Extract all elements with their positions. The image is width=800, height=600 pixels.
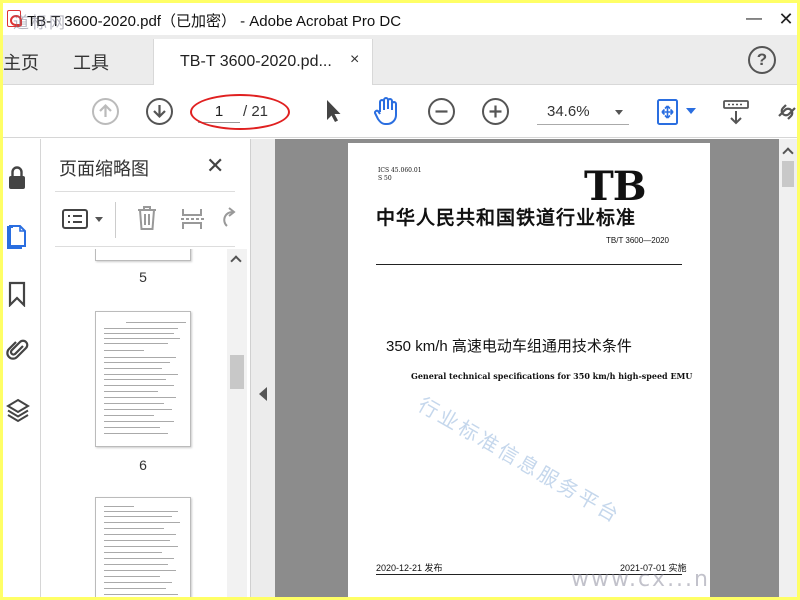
thumbnail-page-5[interactable] <box>95 249 191 261</box>
arrow-down-icon <box>153 105 166 119</box>
window-title: TB-T 3600-2020.pdf（已加密） - Adobe Acrobat … <box>27 13 402 30</box>
page-thumbnails-icon[interactable] <box>5 223 31 249</box>
panel-title: 页面缩略图 <box>59 159 149 179</box>
header-rule <box>376 264 682 265</box>
scroll-up-icon[interactable] <box>230 255 242 267</box>
scrollbar-thumb[interactable] <box>230 355 244 389</box>
panel-splitter[interactable] <box>251 139 275 597</box>
page-count: / 21 <box>243 103 269 120</box>
thumbnail-label: 5 <box>139 269 147 285</box>
pdf-page: ICS 45.060.01 S 50 TB 中华人民共和国铁道行业标准 TB/T… <box>348 143 710 597</box>
help-icon[interactable]: ? <box>748 46 776 74</box>
page-number-input[interactable] <box>198 101 240 123</box>
chevron-down-icon <box>615 110 623 115</box>
tab-document[interactable]: TB-T 3600-2020.pd... × <box>153 39 373 85</box>
bookmark-icon[interactable] <box>5 281 31 307</box>
ics-code: ICS 45.060.01 <box>378 167 422 174</box>
acrobat-window: TB-T 3600-2020.pdf（已加密） - Adobe Acrobat … <box>3 3 797 597</box>
thumbnail-page-7[interactable] <box>95 497 191 597</box>
document-tab-label: TB-T 3600-2020.pd... <box>180 53 332 70</box>
attachment-icon[interactable] <box>5 337 31 363</box>
document-title-en: General technical specifications for 350… <box>411 371 693 381</box>
fit-page-button[interactable] <box>653 97 683 127</box>
options-menu-icon[interactable] <box>61 208 91 230</box>
lock-icon[interactable] <box>5 165 31 191</box>
trash-icon[interactable] <box>135 204 159 232</box>
thumbnail-toolbar <box>55 191 237 247</box>
layers-icon[interactable] <box>5 397 31 423</box>
close-panel-button[interactable]: ✕ <box>206 153 224 179</box>
diagonal-watermark: 行业标准信息服务平台 <box>414 392 626 529</box>
issue-date: 2020-12-21 发布 <box>376 563 443 573</box>
thumbnail-scrollbar[interactable] <box>227 249 247 597</box>
tab-bar: 主页 工具 TB-T 3600-2020.pd... × ? <box>3 35 797 85</box>
previous-page-button[interactable] <box>92 98 119 125</box>
navigation-rail <box>3 139 41 597</box>
ccs-code: S 50 <box>378 175 392 182</box>
document-viewport[interactable]: ICS 45.060.01 S 50 TB 中华人民共和国铁道行业标准 TB/T… <box>251 139 797 597</box>
close-tab-icon[interactable]: × <box>350 51 359 69</box>
thumbnail-list: 5 6 <box>41 249 227 597</box>
zoom-level-value: 34.6% <box>547 103 590 120</box>
zoom-level-dropdown[interactable]: 34.6% <box>537 99 629 125</box>
close-window-button[interactable]: ✕ <box>771 7 797 31</box>
collapse-panel-icon[interactable] <box>259 387 267 401</box>
toolbar-divider <box>115 202 116 238</box>
cursor-arrow-icon <box>327 100 341 122</box>
link-button[interactable] <box>775 98 797 126</box>
tab-home[interactable]: 主页 <box>3 49 39 75</box>
standard-number: TB/T 3600—2020 <box>606 236 670 245</box>
rotate-icon[interactable] <box>219 206 237 232</box>
main-toolbar: / 21 34.6% <box>3 86 797 138</box>
chevron-down-icon[interactable] <box>95 217 103 222</box>
title-bar: TB-T 3600-2020.pdf（已加密） - Adobe Acrobat … <box>3 3 797 35</box>
extract-pages-icon[interactable] <box>179 206 205 232</box>
page-thumbnails-panel: 页面缩略图 ✕ 5 6 <box>41 139 251 597</box>
arrow-up-icon <box>99 103 112 117</box>
fit-options-chevron-icon[interactable] <box>686 108 696 114</box>
scroll-mode-icon <box>723 100 749 125</box>
thumbnail-page-6[interactable] <box>95 311 191 447</box>
minimize-button[interactable]: — <box>739 7 769 31</box>
scrollbar-thumb[interactable] <box>782 161 794 187</box>
zoom-out-button[interactable] <box>428 98 455 125</box>
minus-icon <box>435 110 448 113</box>
hand-tool-button[interactable] <box>371 96 403 126</box>
scroll-mode-button[interactable] <box>721 98 751 126</box>
zoom-in-button[interactable] <box>482 98 509 125</box>
fit-page-icon <box>657 99 678 125</box>
next-page-button[interactable] <box>146 98 173 125</box>
hand-icon <box>374 97 397 125</box>
pdf-app-icon <box>7 10 22 27</box>
standard-title: 中华人民共和国铁道行业标准 <box>376 207 637 229</box>
implementation-date: 2021-07-01 实施 <box>620 563 687 573</box>
document-scrollbar[interactable] <box>779 139 797 597</box>
footer-rule <box>376 574 682 575</box>
plus-icon <box>489 105 502 118</box>
thumbnail-label: 6 <box>139 457 147 473</box>
select-tool-button[interactable] <box>321 98 345 124</box>
tab-tools[interactable]: 工具 <box>73 49 109 75</box>
document-title-zh: 350 km/h 高速电动车组通用技术条件 <box>386 338 632 355</box>
link-icon <box>778 104 796 120</box>
scroll-up-icon[interactable] <box>782 147 794 159</box>
